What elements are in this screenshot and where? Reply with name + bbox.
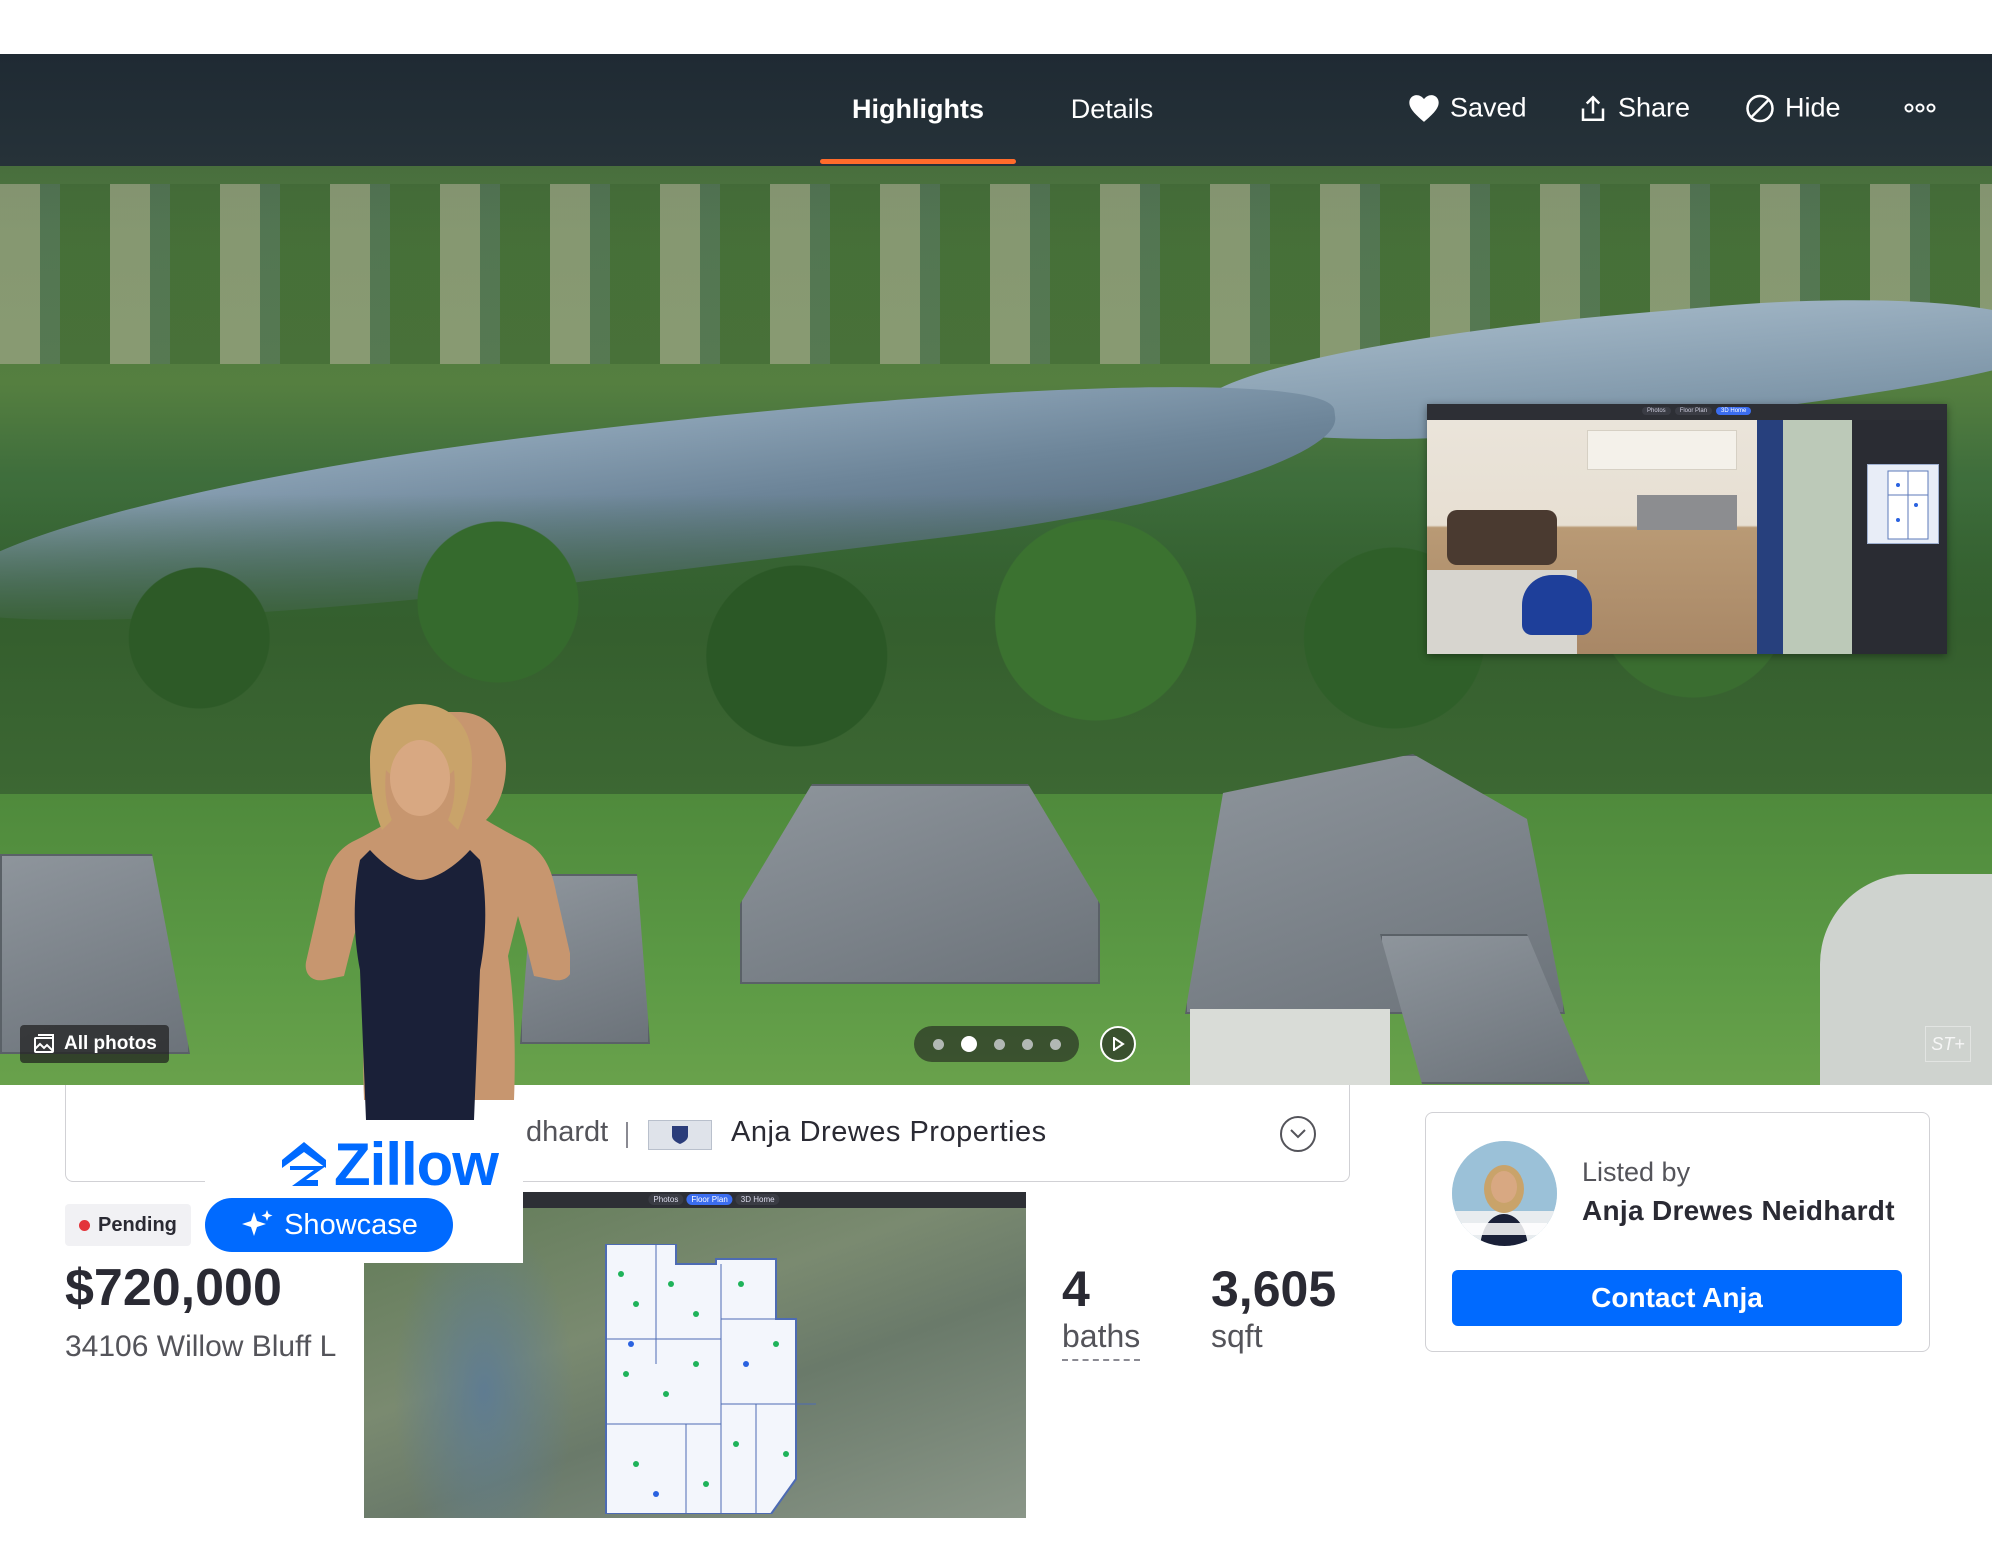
tour-minimap[interactable] — [1867, 464, 1939, 544]
hide-label: Hide — [1785, 92, 1841, 123]
share-button[interactable]: Share — [1578, 93, 1690, 124]
all-photos-label: All photos — [64, 1033, 157, 1054]
carousel-dot[interactable] — [960, 1036, 977, 1052]
house-roof — [740, 784, 1100, 984]
baths-label[interactable]: baths — [1062, 1318, 1141, 1361]
tour-tab-3d-home[interactable]: 3D Home — [1716, 407, 1752, 415]
sofa — [1447, 510, 1557, 565]
status-badge: Pending — [65, 1204, 191, 1246]
listed-by-label: Listed by — [1582, 1157, 1691, 1187]
brokerage-name: Anja Drewes Properties — [731, 1116, 1047, 1148]
chevron-down-icon — [1290, 1129, 1306, 1139]
agent-photo — [305, 704, 570, 1120]
status-dot — [79, 1219, 90, 1231]
showcase-badge: Showcase — [205, 1198, 453, 1252]
saved-label: Saved — [1450, 92, 1527, 123]
photographer-watermark: ST+ — [1925, 1026, 1971, 1062]
tour-toolbar: Photos Floor Plan 3D Home — [1427, 404, 1947, 420]
zillow-wordmark: Zillow — [334, 1131, 499, 1198]
play-icon — [1113, 1037, 1125, 1051]
carousel-dot[interactable] — [1021, 1038, 1033, 1050]
3d-tour-preview[interactable]: Photos Floor Plan 3D Home — [1427, 404, 1947, 654]
heart-icon — [1409, 94, 1439, 122]
status-label: Pending — [98, 1213, 177, 1236]
tab-active-underline — [820, 159, 1016, 164]
hide-icon — [1746, 94, 1774, 122]
tab-details-label: Details — [1070, 94, 1154, 124]
tab-highlights-label: Highlights — [852, 94, 984, 124]
sqft-label: sqft — [1211, 1318, 1263, 1354]
all-photos-button[interactable]: All photos — [20, 1025, 169, 1063]
tour-room-view — [1427, 420, 1852, 654]
expand-chevron-button[interactable] — [1280, 1116, 1316, 1152]
photo-carousel-dots — [914, 1026, 1079, 1062]
minimap-floorplan — [1887, 470, 1929, 540]
listing-price: $720,000 — [65, 1259, 282, 1317]
share-icon — [1581, 94, 1605, 121]
tour-tab-floor-plan[interactable]: Floor Plan — [1674, 407, 1713, 415]
baths-value: 4 — [1062, 1261, 1090, 1317]
listing-agent-card: Listed by Anja Drewes Neidhardt Contact … — [1425, 1112, 1930, 1352]
fp-tab-floor-plan[interactable]: Floor Plan — [686, 1194, 733, 1205]
zillow-logo: Zillow — [280, 1130, 499, 1199]
agent-avatar — [1452, 1141, 1557, 1246]
sqft-value: 3,605 — [1211, 1261, 1337, 1317]
tab-highlights[interactable]: Highlights — [820, 94, 1016, 166]
sparkle-icon — [242, 1210, 273, 1236]
saved-button[interactable]: Saved — [1408, 93, 1527, 124]
carousel-dot[interactable] — [1049, 1038, 1061, 1050]
agent-name-truncated: dhardt — [526, 1116, 609, 1148]
carousel-dot[interactable] — [993, 1038, 1005, 1050]
fp-tab-photos[interactable]: Photos — [648, 1194, 684, 1205]
gallery-icon — [34, 1034, 54, 1053]
driveway — [1190, 1009, 1390, 1085]
contact-agent-button[interactable]: Contact Anja — [1452, 1270, 1902, 1326]
window — [1783, 420, 1852, 654]
brokerage-logo — [648, 1120, 712, 1150]
chair — [1522, 575, 1592, 635]
cabinets — [1587, 430, 1737, 470]
agent-name[interactable]: Anja Drewes Neidhardt — [1582, 1195, 1895, 1227]
share-label: Share — [1618, 92, 1691, 123]
listing-address[interactable]: 34106 Willow Bluff L — [65, 1330, 370, 1364]
header-bar: Highlights Details — [0, 54, 1992, 166]
carousel-dot[interactable] — [932, 1038, 944, 1050]
curtain — [1757, 420, 1783, 654]
floorplan-drawing — [605, 1244, 816, 1514]
tab-details[interactable]: Details — [1050, 94, 1174, 166]
fp-tab-3d-home[interactable]: 3D Home — [735, 1194, 780, 1205]
zillow-z-icon — [282, 1141, 326, 1186]
kitchen-island — [1637, 495, 1737, 530]
more-button[interactable] — [1904, 102, 1936, 114]
play-slideshow-button[interactable] — [1100, 1026, 1136, 1062]
brokerage-crest-icon — [672, 1126, 688, 1144]
avatar-portrait — [1452, 1141, 1557, 1246]
showcase-label: Showcase — [284, 1208, 418, 1241]
tour-tab-photos[interactable]: Photos — [1642, 407, 1671, 415]
more-icon — [1904, 103, 1936, 113]
divider — [626, 1122, 628, 1148]
hide-button[interactable]: Hide — [1745, 93, 1841, 124]
